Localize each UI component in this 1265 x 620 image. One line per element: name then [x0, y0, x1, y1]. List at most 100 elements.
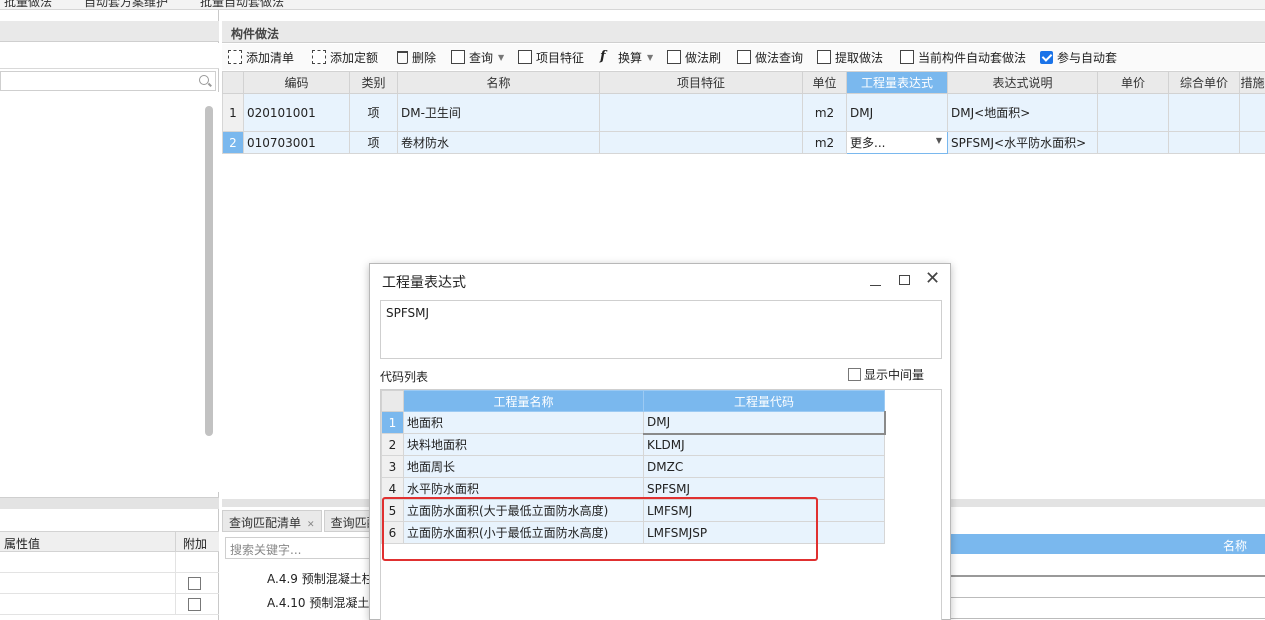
query-icon	[451, 50, 465, 64]
table-row[interactable]: 2 010703001 项 卷材防水 m2 更多... ▼ SPFSMJ<水平防水…	[222, 131, 1265, 154]
cell-type[interactable]: 项	[349, 131, 398, 154]
cell-name[interactable]: DM-卫生间	[397, 93, 600, 132]
row-number[interactable]: 3	[381, 455, 404, 478]
checkbox-checked-icon	[1040, 50, 1053, 64]
batch-auto-method-button[interactable]: 批量自动套做法	[200, 0, 284, 9]
search-icon[interactable]	[199, 75, 209, 85]
add-quota-button[interactable]: 添加定额	[312, 48, 378, 66]
trash-icon	[397, 50, 408, 64]
cell-unit-price[interactable]	[1097, 131, 1169, 154]
close-icon[interactable]: ✕	[925, 268, 940, 289]
cell-type[interactable]: 项	[349, 93, 398, 132]
quantity-expression-dialog: 工程量表达式 ✕ SPFSMJ 代码列表 显示中间量 工程量名称 工程量代码 1…	[369, 263, 951, 620]
left-scrollbar[interactable]	[205, 106, 213, 436]
left-search-input[interactable]	[0, 71, 216, 91]
row-number[interactable]: 2	[381, 433, 404, 456]
add-list-button[interactable]: 添加清单	[228, 48, 294, 66]
extra-checkbox[interactable]	[188, 577, 201, 590]
property-row	[0, 573, 219, 594]
property-value-column: 属性值	[4, 537, 41, 551]
join-auto-checkbox[interactable]: 参与自动套	[1040, 48, 1117, 66]
column-header-quantity-code[interactable]: 工程量代码	[643, 390, 885, 412]
cell-feature[interactable]	[599, 131, 803, 154]
bottom-tabs: 查询匹配清单 ✕ 查询匹配	[222, 510, 388, 532]
list-item[interactable]: A.4.10 预制混凝土梁	[267, 594, 381, 611]
cell-feature[interactable]	[599, 93, 803, 132]
convert-button[interactable]: f 换算 ▼	[600, 48, 653, 66]
divider	[940, 618, 1265, 619]
cell-quantity-code[interactable]: DMJ	[643, 411, 886, 435]
code-list-label: 代码列表	[380, 370, 429, 384]
cell-expr-desc[interactable]: DMJ<地面积>	[947, 93, 1098, 132]
column-header-expression[interactable]: 工程量表达式	[846, 71, 948, 94]
column-header-quantity-name[interactable]: 工程量名称	[403, 390, 644, 412]
item-feature-button[interactable]: 项目特征	[518, 48, 584, 66]
cell-quantity-name[interactable]: 地面积	[403, 411, 644, 434]
keyword-search-input[interactable]: 搜索关键字...	[225, 537, 375, 559]
cell-code[interactable]: 010703001	[243, 131, 350, 154]
close-icon[interactable]: ✕	[307, 520, 315, 530]
row-number[interactable]: 1	[222, 93, 244, 132]
cell-unit[interactable]: m2	[802, 131, 847, 154]
cell-measure[interactable]	[1239, 93, 1265, 132]
highlight-annotation	[382, 497, 818, 561]
row-number[interactable]: 2	[222, 131, 244, 154]
component-tree[interactable]	[0, 92, 219, 492]
cell-quantity-code[interactable]: DMZC	[643, 455, 885, 478]
item-feature-icon	[518, 50, 532, 64]
column-header-type[interactable]: 类别	[349, 71, 398, 94]
auto-scheme-button[interactable]: 自动套方案维护	[84, 0, 168, 9]
column-header-name[interactable]: 名称	[397, 71, 600, 94]
cell-total-price[interactable]	[1168, 131, 1240, 154]
cell-quantity-name[interactable]: 块料地面积	[403, 433, 644, 456]
column-header-measure[interactable]: 措施	[1239, 71, 1265, 94]
table-row[interactable]: 1 020101001 项 DM-卫生间 m2 DMJ DMJ<地面积>	[222, 93, 1265, 132]
delete-button[interactable]: 删除	[395, 48, 436, 66]
chevron-down-icon[interactable]: ▼	[936, 136, 942, 145]
tab-match-list[interactable]: 查询匹配清单 ✕	[222, 510, 322, 532]
column-header-unit[interactable]: 单位	[802, 71, 847, 94]
table-row[interactable]: 1 地面积 DMJ	[381, 411, 886, 435]
add-list-icon	[228, 50, 242, 64]
cell-name[interactable]: 卷材防水	[397, 131, 600, 154]
cell-code[interactable]: 020101001	[243, 93, 350, 132]
cell-quantity-code[interactable]: KLDMJ	[643, 433, 885, 456]
table-row[interactable]: 2 块料地面积 KLDMJ	[381, 433, 885, 456]
column-header-feature[interactable]: 项目特征	[599, 71, 803, 94]
cell-quantity-name[interactable]: 地面周长	[403, 455, 644, 478]
list-item[interactable]: A.4.9 预制混凝土柱	[267, 570, 374, 587]
method-query-button[interactable]: 做法查询	[737, 48, 803, 66]
expression-input[interactable]: SPFSMJ	[380, 300, 942, 359]
auto-apply-method-button[interactable]: 当前构件自动套做法	[900, 48, 1026, 66]
row-number[interactable]: 1	[381, 411, 404, 434]
query-button[interactable]: 查询 ▼	[451, 48, 504, 66]
column-header-total-price[interactable]: 综合单价	[1168, 71, 1240, 94]
cell-total-price[interactable]	[1168, 93, 1240, 132]
method-brush-button[interactable]: 做法刷	[667, 48, 721, 66]
minimize-icon[interactable]	[870, 285, 881, 286]
top-toolbar-strip: 批量做法 自动套方案维护 批量自动套做法	[0, 0, 1265, 10]
grid-header-corner	[222, 71, 244, 94]
left-panel-subheader	[0, 43, 219, 69]
method-toolbar: 添加清单 添加定额 删除 查询 ▼ 项目特征 f 换算 ▼ 做法刷 做法查询 提…	[222, 44, 1265, 70]
property-row	[0, 552, 219, 573]
extra-checkbox[interactable]	[188, 598, 201, 611]
maximize-icon[interactable]	[899, 275, 910, 285]
chevron-down-icon: ▼	[647, 52, 654, 62]
batch-method-button[interactable]: 批量做法	[4, 0, 52, 9]
column-header-expr-desc[interactable]: 表达式说明	[947, 71, 1098, 94]
column-header-code[interactable]: 编码	[243, 71, 350, 94]
table-row[interactable]: 3 地面周长 DMZC	[381, 455, 885, 478]
brush-icon	[667, 50, 681, 64]
cell-unit-price[interactable]	[1097, 93, 1169, 132]
cell-measure[interactable]	[1239, 131, 1265, 154]
show-intermediate-checkbox[interactable]: 显示中间量	[848, 366, 924, 383]
extract-method-button[interactable]: 提取做法	[817, 48, 883, 66]
cell-expr-desc[interactable]: SPFSMJ<水平防水面积>	[947, 131, 1098, 154]
expression-dropdown[interactable]: 更多... ▼	[846, 131, 948, 154]
cell-expression[interactable]: DMJ	[846, 93, 948, 132]
cell-unit[interactable]: m2	[802, 93, 847, 132]
result-name-column: 名称	[1222, 539, 1247, 553]
panel-title: 构件做法	[231, 27, 280, 41]
column-header-unit-price[interactable]: 单价	[1097, 71, 1169, 94]
